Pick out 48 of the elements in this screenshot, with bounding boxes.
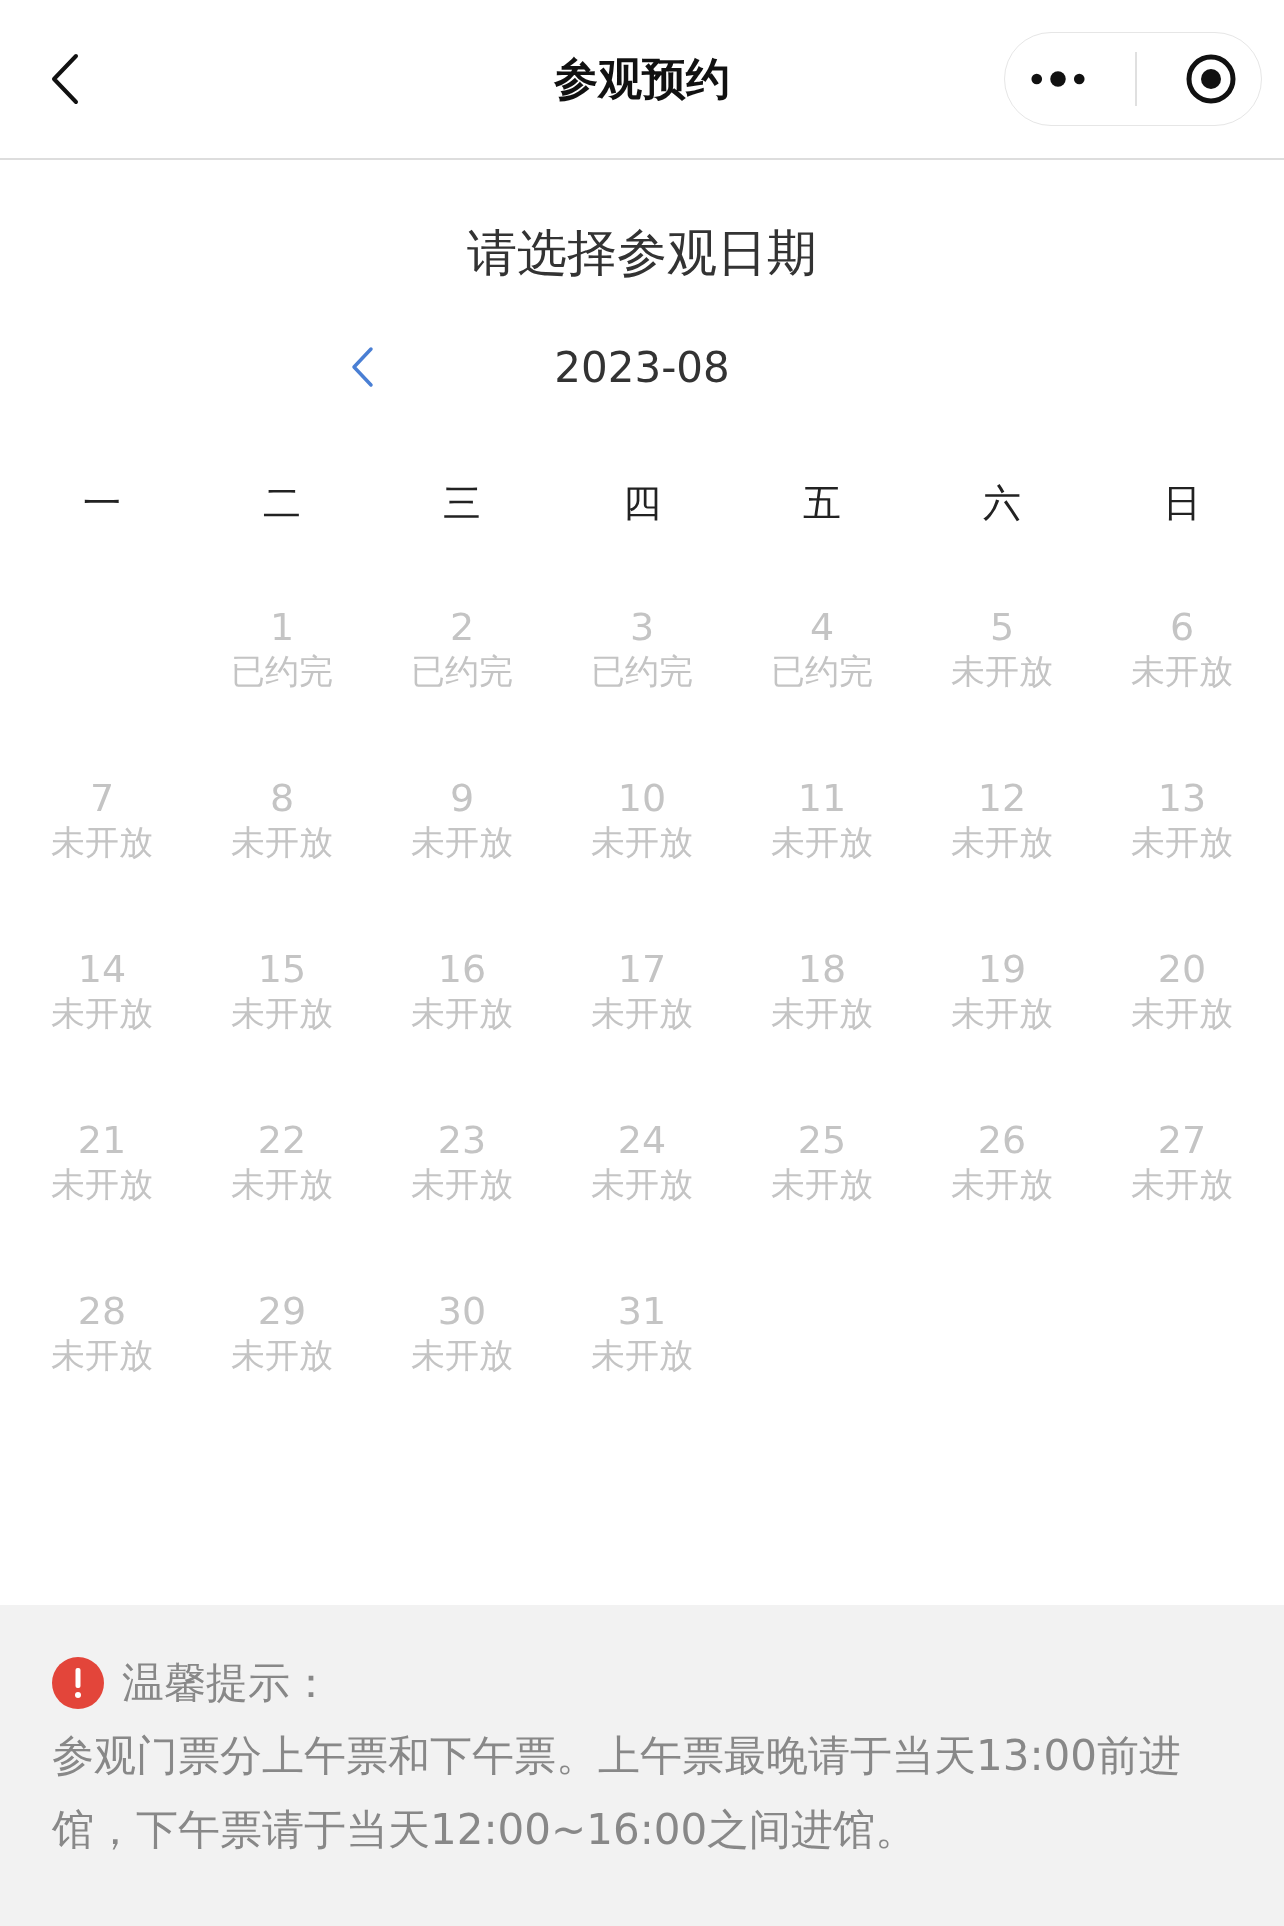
page-title: 参观预约 <box>554 51 730 106</box>
calendar-day[interactable]: 1 已约完 <box>192 563 372 734</box>
calendar-day[interactable]: 11 未开放 <box>732 734 912 905</box>
warning-icon <box>52 1657 104 1709</box>
calendar-day[interactable]: 25 未开放 <box>732 1076 912 1247</box>
calendar-day[interactable]: 12 未开放 <box>912 734 1092 905</box>
previous-month-icon[interactable] <box>350 346 374 388</box>
calendar-day[interactable]: 29 未开放 <box>192 1247 372 1418</box>
calendar-day[interactable]: 15 未开放 <box>192 905 372 1076</box>
calendar-day[interactable]: 9 未开放 <box>372 734 552 905</box>
calendar-day[interactable]: 28 未开放 <box>12 1247 192 1418</box>
calendar-day[interactable]: 17 未开放 <box>552 905 732 1076</box>
calendar-day[interactable]: 31 未开放 <box>552 1247 732 1418</box>
weekday-label: 日 <box>1163 479 1201 527</box>
weekday-label: 六 <box>983 479 1021 527</box>
more-icon[interactable] <box>1029 69 1087 89</box>
calendar-day[interactable]: 26 未开放 <box>912 1076 1092 1247</box>
notice-title: 温馨提示： <box>122 1657 332 1709</box>
calendar-day[interactable]: 20 未开放 <box>1092 905 1272 1076</box>
notice-text: 参观门票分上午票和下午票。上午票最晚请于当天13:00前进馆，下午票请于当天12:00~16:00之间进馆。 <box>52 1730 1183 1856</box>
calendar-day[interactable]: 23 未开放 <box>372 1076 552 1247</box>
weekday-label: 四 <box>623 479 661 527</box>
calendar-day[interactable]: 18 未开放 <box>732 905 912 1076</box>
weekday-label: 三 <box>443 479 481 527</box>
calendar-day[interactable]: 13 未开放 <box>1092 734 1272 905</box>
calendar-day[interactable]: 27 未开放 <box>1092 1076 1272 1247</box>
calendar-heading: 请选择参观日期 <box>466 223 818 284</box>
back-icon[interactable] <box>50 53 80 105</box>
calendar-day[interactable]: 21 未开放 <box>12 1076 192 1247</box>
calendar-day[interactable]: 7 未开放 <box>12 734 192 905</box>
weekday-label: 一 <box>83 479 121 527</box>
month-label: 2023-08 <box>554 342 730 392</box>
calendar-day[interactable]: 5 未开放 <box>912 563 1092 734</box>
calendar-day[interactable]: 8 未开放 <box>192 734 372 905</box>
close-icon[interactable] <box>1185 53 1237 105</box>
calendar-day[interactable]: 22 未开放 <box>192 1076 372 1247</box>
calendar-day[interactable]: 24 未开放 <box>552 1076 732 1247</box>
calendar-day[interactable]: 16 未开放 <box>372 905 552 1076</box>
calendar-day[interactable]: 6 未开放 <box>1092 563 1272 734</box>
calendar-day[interactable]: 19 未开放 <box>912 905 1092 1076</box>
calendar-day[interactable]: 3 已约完 <box>552 563 732 734</box>
calendar-day[interactable]: 4 已约完 <box>732 563 912 734</box>
calendar-day[interactable]: 30 未开放 <box>372 1247 552 1418</box>
calendar-day[interactable]: 10 未开放 <box>552 734 732 905</box>
weekday-label: 二 <box>263 479 301 527</box>
calendar-day[interactable]: 14 未开放 <box>12 905 192 1076</box>
weekday-label: 五 <box>803 479 841 527</box>
calendar-day[interactable]: 2 已约完 <box>372 563 552 734</box>
